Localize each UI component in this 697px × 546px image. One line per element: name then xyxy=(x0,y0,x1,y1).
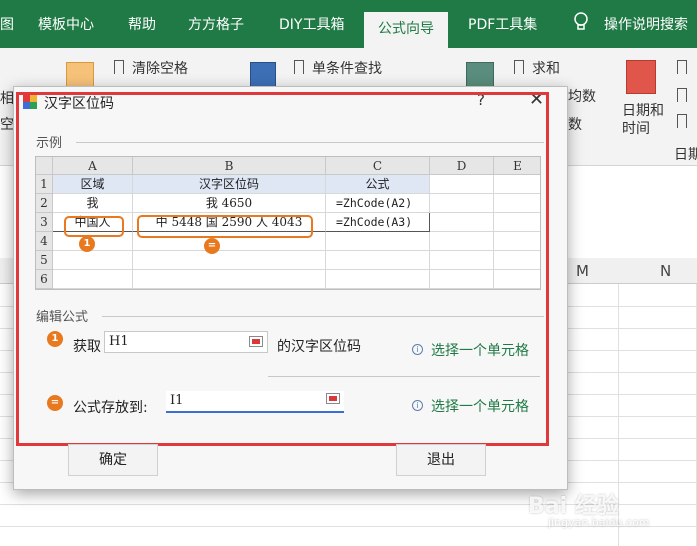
sample-cell: =ZhCode(A3) xyxy=(326,213,430,232)
bookmark-icon xyxy=(677,114,687,128)
single-condition-find-button[interactable]: 单条件查找 xyxy=(312,58,382,78)
sample-cell xyxy=(326,232,430,251)
cell-picker-icon[interactable] xyxy=(249,336,263,347)
step-badge-equals: = xyxy=(204,238,220,254)
count-button[interactable]: 数 xyxy=(568,114,582,134)
sample-cell xyxy=(133,251,326,270)
lightbulb-icon xyxy=(574,12,588,32)
sample-row-number: 3 xyxy=(36,213,53,232)
average-button[interactable]: 均数 xyxy=(568,86,596,106)
sample-col-c: C xyxy=(326,157,430,175)
column-header-m[interactable]: M xyxy=(576,262,589,280)
info-icon: i xyxy=(412,400,423,411)
sample-cell xyxy=(133,270,326,289)
source-cell-input[interactable]: H1 xyxy=(104,331,268,353)
ribbon-fragment-2: 空 xyxy=(0,117,14,133)
tab-help[interactable]: 帮助 xyxy=(128,14,156,34)
sample-cell: 我 4650 xyxy=(133,194,326,213)
date-group-label: 日期 xyxy=(674,147,697,163)
date-time-button-line2[interactable]: 时间 xyxy=(622,118,650,138)
edit-section-label: 编辑公式 xyxy=(36,310,89,325)
tab-formula-wizard[interactable]: 公式向导 xyxy=(364,12,448,50)
sample-col-a: A xyxy=(53,157,133,175)
bookmark-icon xyxy=(294,60,304,74)
get-prefix-label: 获取 xyxy=(73,339,101,355)
get-suffix-label: 的汉字区位码 xyxy=(277,339,361,355)
sample-cell xyxy=(494,194,540,213)
sample-cell xyxy=(494,232,540,251)
sample-cell xyxy=(430,213,494,232)
sample-cell xyxy=(326,270,430,289)
tab-pdf-tools[interactable]: PDF工具集 xyxy=(468,14,537,34)
exit-button[interactable]: 退出 xyxy=(396,444,486,476)
sample-cell: 公式 xyxy=(326,175,430,194)
sample-cell xyxy=(53,251,133,270)
sample-cell: 汉字区位码 xyxy=(133,175,326,194)
bookmark-icon xyxy=(114,60,124,74)
cell-picker-icon[interactable] xyxy=(326,393,340,404)
step-badge-1: 1 xyxy=(47,331,63,347)
ribbon-fragment-1: 相 xyxy=(0,91,14,107)
tab-search-instructions[interactable]: 操作说明搜索 xyxy=(604,14,688,34)
store-label: 公式存放到: xyxy=(73,400,148,416)
sum-button[interactable]: 求和 xyxy=(532,58,560,78)
step-badge-1: 1 xyxy=(79,236,95,252)
lookup-icon[interactable] xyxy=(250,62,276,88)
divider xyxy=(102,316,544,317)
select-cell-hint[interactable]: 选择一个单元格 xyxy=(431,340,529,360)
text-function-icon[interactable] xyxy=(66,62,94,88)
sample-cell xyxy=(430,232,494,251)
baidu-watermark-url: jingyan.baidu.com xyxy=(548,516,650,529)
sample-cell xyxy=(430,251,494,270)
sample-row-number: 4 xyxy=(36,232,53,251)
sample-cell: 我 xyxy=(53,194,133,213)
tab-partial[interactable]: 图 xyxy=(0,14,14,34)
sample-cell xyxy=(494,251,540,270)
bookmark-icon xyxy=(514,60,524,74)
target-cell-input[interactable]: I1 xyxy=(166,391,344,413)
sample-cell xyxy=(494,175,540,194)
divider xyxy=(76,142,544,143)
select-cell-hint[interactable]: 选择一个单元格 xyxy=(431,396,529,416)
sample-row-number: 6 xyxy=(36,270,53,289)
sample-cell: =ZhCode(A2) xyxy=(326,194,430,213)
tab-fangfang[interactable]: 方方格子 xyxy=(188,14,244,34)
divider xyxy=(268,376,540,377)
tab-template-center[interactable]: 模板中心 xyxy=(38,14,94,34)
sample-cell xyxy=(494,270,540,289)
annotation-box-result xyxy=(137,215,313,238)
sample-cell xyxy=(430,175,494,194)
annotation-box-source xyxy=(64,216,124,237)
sample-col-e: E xyxy=(494,157,540,175)
sample-cell xyxy=(53,270,133,289)
example-section-label: 示例 xyxy=(36,136,63,151)
sample-cell xyxy=(494,213,540,232)
sample-cell xyxy=(430,194,494,213)
corner-cell xyxy=(36,157,53,175)
info-icon: i xyxy=(412,344,423,355)
sample-col-b: B xyxy=(133,157,326,175)
sample-col-d: D xyxy=(430,157,494,175)
ok-button[interactable]: 确定 xyxy=(68,444,158,476)
sample-row-number: 5 xyxy=(36,251,53,270)
clear-spaces-button[interactable]: 清除空格 xyxy=(132,58,188,78)
sample-row-number: 1 xyxy=(36,175,53,194)
bookmark-icon xyxy=(677,88,687,102)
math-icon[interactable] xyxy=(466,62,494,88)
sample-cell: 区域 xyxy=(53,175,133,194)
step-badge-equals: = xyxy=(47,395,63,411)
ribbon-tab-bar: 图 模板中心 帮助 方方格子 DIY工具箱 公式向导 PDF工具集 操作说明搜索 xyxy=(0,0,697,50)
sample-cell xyxy=(430,270,494,289)
sample-cell xyxy=(326,251,430,270)
date-time-button-line1[interactable]: 日期和 xyxy=(622,100,664,120)
sample-row-number: 2 xyxy=(36,194,53,213)
date-time-icon[interactable] xyxy=(626,60,656,94)
tab-diy-toolbox[interactable]: DIY工具箱 xyxy=(279,14,344,34)
bookmark-icon xyxy=(677,60,687,74)
column-header-n[interactable]: N xyxy=(660,262,671,280)
